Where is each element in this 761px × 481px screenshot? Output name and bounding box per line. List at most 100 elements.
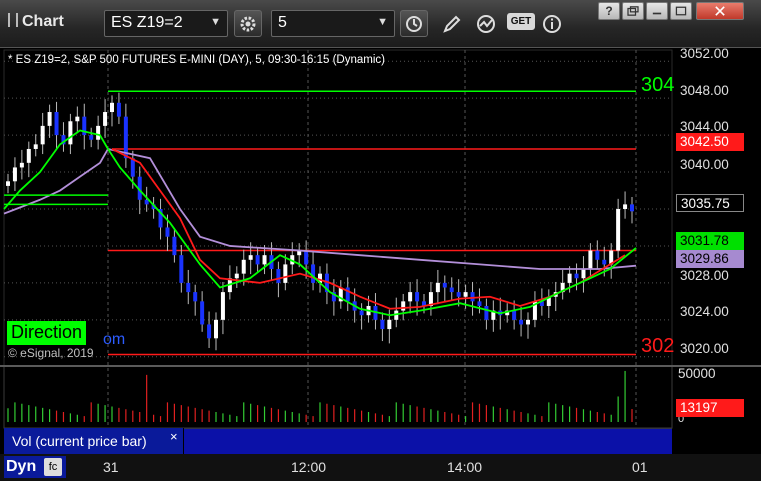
up-candle — [248, 255, 253, 260]
up-candle — [110, 102, 114, 113]
volume-study-label: Vol (current price bar) — [12, 433, 147, 449]
down-candle — [165, 227, 170, 237]
up-candle — [19, 162, 24, 168]
info-icon — [543, 15, 561, 33]
time-tick: 31 — [103, 459, 119, 475]
down-candle — [484, 305, 489, 320]
symbol-selector[interactable]: ES Z19=2 ▼ — [104, 10, 228, 37]
close-window-button[interactable] — [696, 2, 744, 20]
draw-tool-button[interactable] — [440, 12, 464, 36]
up-candle — [234, 273, 239, 279]
time-tick: 14:00 — [447, 459, 483, 475]
help-icon: ? — [605, 4, 613, 18]
red-level-price-box: 3042.50 — [676, 133, 744, 151]
down-candle — [130, 158, 135, 177]
down-candle — [172, 236, 177, 256]
up-candle — [401, 301, 406, 311]
close-icon — [715, 6, 725, 16]
up-candle — [588, 250, 593, 270]
up-candle — [103, 112, 108, 126]
time-tick: 12:00 — [291, 459, 327, 475]
up-candle — [526, 319, 530, 325]
up-candle — [463, 292, 468, 297]
close-study-icon[interactable]: × — [170, 429, 178, 444]
function-icon[interactable]: fc — [44, 458, 62, 476]
interval-clock-button[interactable] — [400, 10, 428, 37]
volume-axis-top: 50000 — [678, 366, 716, 381]
down-candle — [602, 259, 607, 265]
pencil-icon — [443, 15, 461, 33]
copyright-text: © eSignal, 2019 — [8, 346, 94, 360]
up-candle — [12, 167, 17, 182]
down-candle — [512, 310, 517, 320]
studies-button[interactable] — [474, 12, 498, 36]
chart-header: * ES Z19=2, S&P 500 FUTURES E-MINI (DAY)… — [8, 54, 385, 66]
chart-grip-icon — [8, 13, 18, 27]
volume-study-tab[interactable]: Vol (current price bar) — [4, 428, 184, 454]
up-candle — [47, 112, 52, 126]
up-candle — [96, 125, 101, 140]
price-tick: 3052.00 — [680, 46, 729, 61]
up-candle — [214, 319, 218, 339]
symbol-settings-button[interactable] — [234, 10, 262, 37]
green-ma-price-box: 3031.78 — [676, 232, 744, 250]
purple-ma-price-box: 3029.86 — [676, 250, 744, 268]
down-candle — [595, 250, 600, 260]
down-candle — [255, 255, 260, 265]
up-candle — [68, 121, 73, 145]
down-candle — [359, 310, 364, 316]
down-candle — [200, 301, 205, 325]
down-candle — [630, 204, 634, 212]
volume-last-box: 13197 — [676, 399, 744, 417]
down-candle — [470, 292, 475, 302]
down-candle — [89, 135, 94, 140]
chart-window-title: Chart — [8, 13, 64, 31]
down-candle — [380, 319, 385, 330]
last-price-box: 3035.75 — [676, 194, 744, 212]
up-candle — [33, 144, 38, 149]
price-tick: 3028.00 — [680, 268, 729, 283]
price-tick: 3020.00 — [680, 341, 729, 356]
down-candle — [179, 255, 184, 283]
maximize-window-button[interactable] — [670, 2, 692, 20]
up-candle — [623, 204, 628, 209]
down-candle — [304, 250, 309, 265]
up-candle — [220, 292, 225, 320]
interval-selector[interactable]: 5 ▼ — [271, 10, 395, 37]
volume-pane — [3, 365, 673, 429]
help-window-button[interactable]: ? — [598, 2, 620, 20]
up-candle — [567, 273, 572, 283]
up-candle — [283, 264, 288, 283]
down-candle — [193, 292, 198, 302]
dropdown-arrow-icon: ▼ — [210, 16, 221, 28]
info-button[interactable] — [540, 12, 564, 36]
top-green-level-label: 304 — [641, 74, 675, 96]
up-candle — [262, 255, 267, 265]
minimize-window-button[interactable] — [622, 2, 644, 20]
up-candle — [581, 269, 586, 279]
down-candle — [456, 292, 461, 297]
down-candle — [442, 282, 447, 288]
price-tick: 3024.00 — [680, 304, 729, 319]
chart-toolbar: Chart ES Z19=2 ▼ 5 ▼ GET ? — [0, 0, 761, 48]
time-tick: 01 — [632, 459, 648, 475]
down-candle — [207, 324, 212, 339]
price-tick: 3044.00 — [680, 119, 729, 134]
minimize-button[interactable] — [646, 2, 668, 20]
gear-icon — [240, 16, 256, 31]
chart-title-text: Chart — [22, 13, 64, 30]
studies-icon — [477, 15, 495, 33]
interval-value: 5 — [278, 14, 287, 31]
get-data-button[interactable]: GET — [507, 13, 535, 30]
up-candle — [387, 319, 392, 330]
up-candle — [616, 209, 621, 251]
up-candle — [6, 181, 10, 186]
up-candle — [40, 125, 45, 145]
price-tick: 3048.00 — [680, 83, 729, 98]
restore-icon — [627, 6, 639, 16]
dropdown-arrow-icon: ▼ — [377, 16, 388, 28]
down-candle — [519, 319, 524, 325]
down-candle — [574, 273, 579, 279]
direction-label: Direction — [7, 321, 87, 345]
price-chart[interactable] — [0, 48, 761, 454]
